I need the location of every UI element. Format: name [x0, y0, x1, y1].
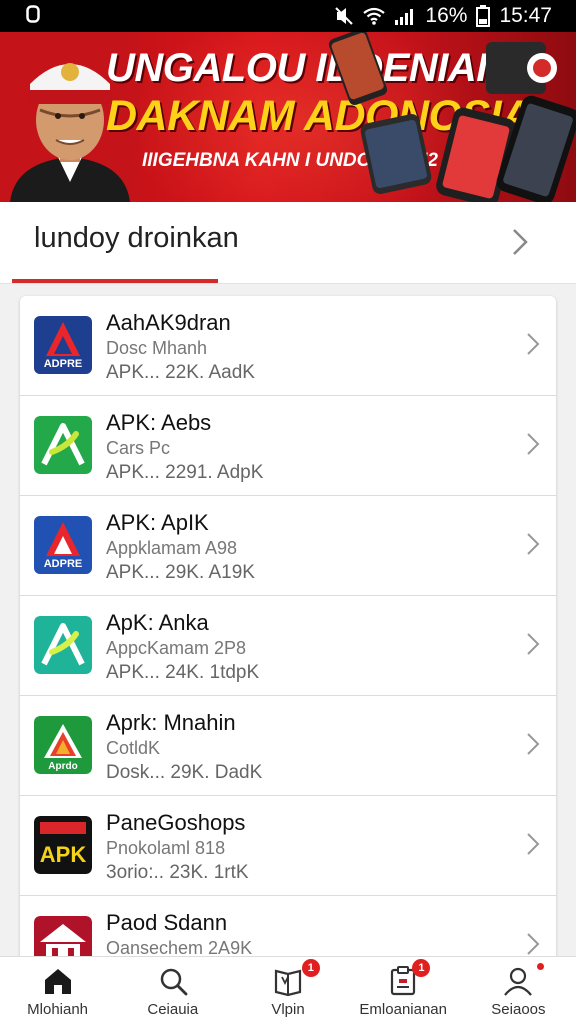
nav-downloads[interactable]: 1 Emloanianan [346, 957, 461, 1024]
app-logo-green-icon [34, 416, 92, 474]
app-list: ADPRE AahAK9dran Dosc Mhanh APK... 22K. … [20, 296, 556, 976]
svg-text:APK: APK [40, 842, 87, 867]
svg-text:Aprdo: Aprdo [48, 761, 77, 772]
signal-icon [394, 7, 416, 25]
list-item[interactable]: APK: Aebs Cars Pc APK... 2291. AdpK [20, 396, 556, 496]
app-logo-teal-icon [34, 616, 92, 674]
nav-label: Seiaoos [491, 1001, 546, 1018]
wifi-icon [363, 7, 386, 25]
app-developer: Pnokolaml 818 [106, 838, 226, 858]
app-meta: APK... 29K. A19K [106, 562, 255, 583]
app-developer: CotldK [106, 738, 161, 758]
app-developer: Dosc Mhanh [106, 338, 208, 358]
nav-label: Vlpin [271, 1001, 305, 1018]
app-name: Paod Sdann [106, 910, 228, 935]
nav-home[interactable]: Mlohianh [0, 957, 115, 1024]
app-name: APK: ApIK [106, 510, 209, 535]
phones-illustration [328, 32, 576, 202]
book-icon [274, 969, 302, 997]
list-item[interactable]: ADPRE AahAK9dran Dosc Mhanh APK... 22K. … [20, 296, 556, 396]
section-tab-indicator [12, 279, 218, 283]
chevron-right-icon [527, 633, 540, 655]
mute-icon [334, 6, 354, 26]
nav-settings[interactable]: Seiaoos [461, 957, 576, 1024]
app-meta: APK... 24K. 1tdpK [106, 662, 260, 683]
search-icon [160, 968, 188, 996]
clock: 15:47 [499, 4, 552, 27]
promo-banner[interactable]: UNGALOU IDDENIAIN DAKNAM ADONOSIA IIIGEH… [0, 32, 576, 202]
app-meta: Dosk... 29K. DadK [106, 762, 263, 783]
app-developer: Appklamam A98 [106, 538, 238, 558]
section-header[interactable]: lundoy droinkan [0, 202, 576, 284]
status-bar: 16% 15:47 [0, 0, 576, 32]
nav-label: Mlohianh [27, 1001, 89, 1018]
app-name: APK: Aebs [106, 410, 212, 435]
app-meta: APK... 2291. AdpK [106, 462, 264, 483]
notification-badge: 1 [412, 959, 431, 977]
nav-label: Ceiauia [147, 1001, 199, 1018]
nav-library[interactable]: 1 Vlpin [230, 957, 345, 1024]
list-item[interactable]: APK PaneGoshops Pnokolaml 818 3orio:.. 2… [20, 796, 556, 896]
chevron-right-icon [527, 333, 540, 355]
profile-icon [504, 967, 533, 996]
app-developer: AppcKamam 2P8 [106, 638, 247, 658]
chevron-right-icon [527, 433, 540, 455]
nav-label: Emloanianan [359, 1001, 447, 1018]
chevron-right-icon [527, 933, 540, 955]
chevron-right-icon [527, 533, 540, 555]
battery-percent: 16% [425, 4, 468, 27]
app-logo-red-blue-icon: ADPRE [34, 516, 92, 574]
app-developer: Cars Pc [106, 438, 171, 458]
notification-badge: 1 [301, 959, 320, 977]
chevron-right-icon [527, 733, 540, 755]
chevron-right-icon [527, 833, 540, 855]
app-name: Aprk: Mnahin [106, 710, 236, 735]
list-item[interactable]: Aprdo Aprk: Mnahin CotldK Dosk... 29K. D… [20, 696, 556, 796]
list-item[interactable]: ApK: Anka AppcKamam 2P8 APK... 24K. 1tdp… [20, 596, 556, 696]
notification-dot [536, 963, 544, 970]
app-name: AahAK9dran [106, 310, 231, 335]
app-name: ApK: Anka [106, 610, 209, 635]
svg-text:ADPRE: ADPRE [44, 358, 83, 370]
chevron-right-icon[interactable] [510, 226, 530, 258]
notification-icon [26, 4, 40, 28]
battery-icon [476, 5, 491, 27]
list-item[interactable]: ADPRE APK: ApIK Appklamam A98 APK... 29K… [20, 496, 556, 596]
svg-text:ADPRE: ADPRE [44, 558, 83, 570]
app-meta: APK... 22K. AadK [106, 362, 255, 383]
app-logo-black-yellow-icon: APK [34, 816, 92, 874]
home-icon [44, 969, 71, 994]
section-title: lundoy droinkan [34, 222, 239, 254]
nav-search[interactable]: Ceiauia [115, 957, 230, 1024]
app-logo-green-triangle-icon: Aprdo [34, 716, 92, 774]
app-name: PaneGoshops [106, 810, 246, 835]
bottom-navigation: Mlohianh Ceiauia 1 Vlpin 1 Emloanianan S… [0, 956, 576, 1024]
app-meta: 3orio:.. 23K. 1rtK [106, 862, 249, 883]
app-logo-red-blue-icon: ADPRE [34, 316, 92, 374]
